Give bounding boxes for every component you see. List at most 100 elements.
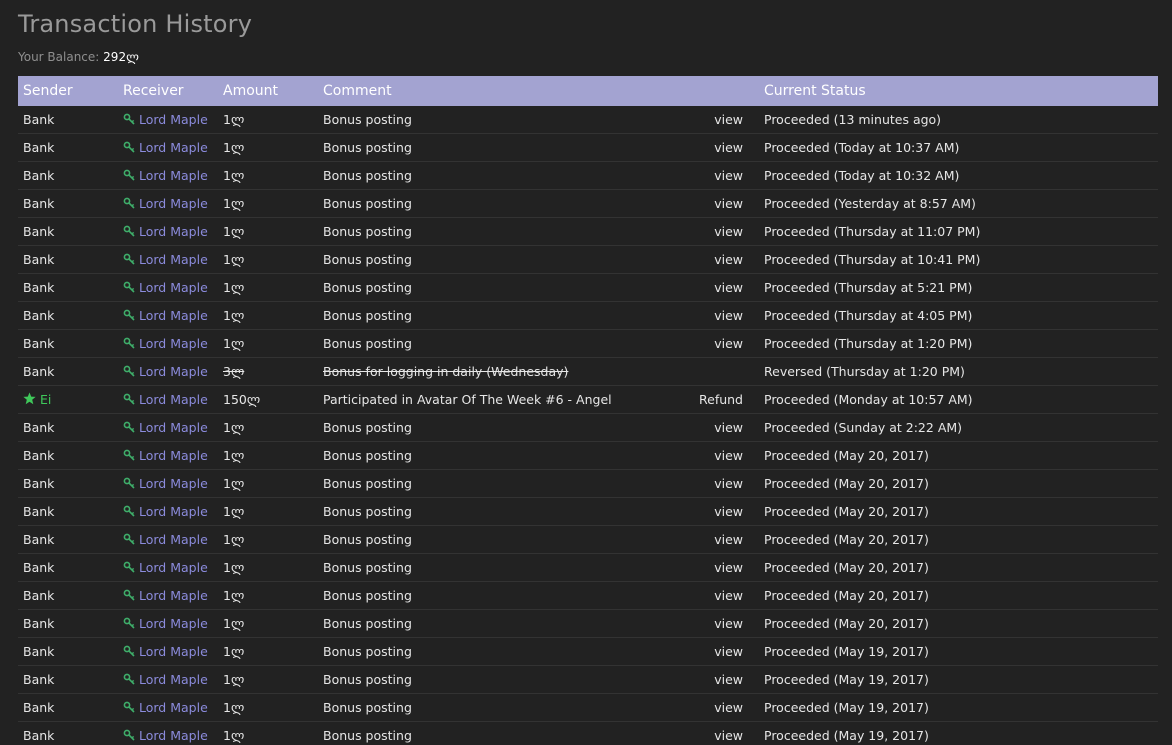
table-row: Bank Lord Maple 1ლ Bonus posting view Proceed… — [18, 693, 1158, 722]
comment-cell: Participated in Avatar Of The Week #6 - … — [318, 385, 668, 414]
view-link[interactable]: view — [714, 196, 743, 211]
view-link[interactable]: view — [714, 532, 743, 547]
action-cell: view — [668, 497, 759, 526]
receiver-link[interactable]: Lord Maple — [139, 644, 208, 659]
sender-name: Bank — [23, 140, 55, 155]
sender-cell[interactable]: Ei — [18, 385, 118, 414]
action-cell: view — [668, 469, 759, 498]
receiver-link[interactable]: Lord Maple — [139, 224, 208, 239]
key-icon — [123, 443, 135, 461]
receiver-link[interactable]: Lord Maple — [139, 252, 208, 267]
receiver-cell: Lord Maple — [118, 609, 218, 638]
receiver-link[interactable]: Lord Maple — [139, 364, 208, 379]
action-cell: view — [668, 217, 759, 246]
sender-cell: Bank — [18, 357, 118, 386]
view-link[interactable]: view — [714, 168, 743, 183]
receiver-link[interactable]: Lord Maple — [139, 672, 208, 687]
receiver-link[interactable]: Lord Maple — [139, 196, 208, 211]
sender-name: Bank — [23, 532, 55, 547]
view-link[interactable]: view — [714, 616, 743, 631]
action-cell: view — [668, 106, 759, 134]
comment-cell: Bonus for logging in daily (Wednesday) — [318, 357, 668, 386]
comment-cell: Bonus posting — [318, 581, 668, 610]
sender-name: Bank — [23, 308, 55, 323]
star-icon — [23, 387, 36, 405]
sender-name: Bank — [23, 168, 55, 183]
key-icon — [123, 107, 135, 125]
view-link[interactable]: view — [714, 112, 743, 127]
key-icon — [123, 415, 135, 433]
receiver-link[interactable]: Lord Maple — [139, 616, 208, 631]
sender-cell: Bank — [18, 721, 118, 745]
view-link[interactable]: view — [714, 588, 743, 603]
table-row: Bank Lord Maple 1ლ Bonus posting view Proceed… — [18, 721, 1158, 745]
action-cell: view — [668, 301, 759, 330]
amount-cell: 1ლ — [218, 553, 318, 582]
table-row: Bank Lord Maple 1ლ Bonus posting view Proceed… — [18, 301, 1158, 330]
status-cell: Reversed (Thursday at 1:20 PM) — [759, 357, 1158, 386]
status-cell: Proceeded (Thursday at 11:07 PM) — [759, 217, 1158, 246]
sender-name[interactable]: Ei — [40, 392, 51, 407]
view-link[interactable]: view — [714, 728, 743, 743]
status-cell: Proceeded (13 minutes ago) — [759, 106, 1158, 134]
status-cell: Proceeded (Thursday at 10:41 PM) — [759, 245, 1158, 274]
view-link[interactable]: view — [714, 140, 743, 155]
receiver-link[interactable]: Lord Maple — [139, 392, 208, 407]
view-link[interactable]: view — [714, 252, 743, 267]
receiver-cell: Lord Maple — [118, 637, 218, 666]
key-icon — [123, 135, 135, 153]
action-cell: view — [668, 721, 759, 745]
receiver-link[interactable]: Lord Maple — [139, 504, 208, 519]
view-link[interactable]: view — [714, 224, 743, 239]
action-cell: view — [668, 665, 759, 694]
table-row: Bank Lord Maple 1ლ Bonus posting view Proceed… — [18, 525, 1158, 554]
sender-name: Bank — [23, 280, 55, 295]
comment-cell: Bonus posting — [318, 329, 668, 358]
table-row: Bank Lord Maple 1ლ Bonus posting view Proceed… — [18, 133, 1158, 162]
view-link[interactable]: view — [714, 644, 743, 659]
status-cell: Proceeded (May 19, 2017) — [759, 693, 1158, 722]
key-icon — [123, 527, 135, 545]
view-link[interactable]: view — [714, 560, 743, 575]
view-link[interactable]: view — [714, 476, 743, 491]
view-link[interactable]: view — [714, 420, 743, 435]
refund-link[interactable]: Refund — [699, 392, 743, 407]
sender-name: Bank — [23, 112, 55, 127]
receiver-link[interactable]: Lord Maple — [139, 308, 208, 323]
receiver-link[interactable]: Lord Maple — [139, 728, 208, 743]
view-link[interactable]: view — [714, 280, 743, 295]
comment-cell: Bonus posting — [318, 497, 668, 526]
key-icon — [123, 331, 135, 349]
sender-name: Bank — [23, 700, 55, 715]
comment-cell: Bonus posting — [318, 609, 668, 638]
receiver-link[interactable]: Lord Maple — [139, 560, 208, 575]
sender-name: Bank — [23, 448, 55, 463]
amount-cell: 150ლ — [218, 385, 318, 414]
receiver-cell: Lord Maple — [118, 217, 218, 246]
receiver-link[interactable]: Lord Maple — [139, 532, 208, 547]
view-link[interactable]: view — [714, 504, 743, 519]
view-link[interactable]: view — [714, 448, 743, 463]
receiver-link[interactable]: Lord Maple — [139, 448, 208, 463]
amount-cell: 1ლ — [218, 161, 318, 190]
amount-cell: 1ლ — [218, 217, 318, 246]
comment-cell: Bonus posting — [318, 637, 668, 666]
receiver-link[interactable]: Lord Maple — [139, 336, 208, 351]
receiver-link[interactable]: Lord Maple — [139, 140, 208, 155]
view-link[interactable]: view — [714, 672, 743, 687]
view-link[interactable]: view — [714, 336, 743, 351]
receiver-link[interactable]: Lord Maple — [139, 700, 208, 715]
receiver-link[interactable]: Lord Maple — [139, 588, 208, 603]
receiver-link[interactable]: Lord Maple — [139, 112, 208, 127]
receiver-link[interactable]: Lord Maple — [139, 476, 208, 491]
view-link[interactable]: view — [714, 308, 743, 323]
status-cell: Proceeded (Thursday at 1:20 PM) — [759, 329, 1158, 358]
sender-cell: Bank — [18, 301, 118, 330]
sender-name: Bank — [23, 224, 55, 239]
receiver-link[interactable]: Lord Maple — [139, 168, 208, 183]
view-link[interactable]: view — [714, 700, 743, 715]
receiver-link[interactable]: Lord Maple — [139, 420, 208, 435]
key-icon — [123, 611, 135, 629]
receiver-link[interactable]: Lord Maple — [139, 280, 208, 295]
action-cell — [668, 357, 759, 386]
